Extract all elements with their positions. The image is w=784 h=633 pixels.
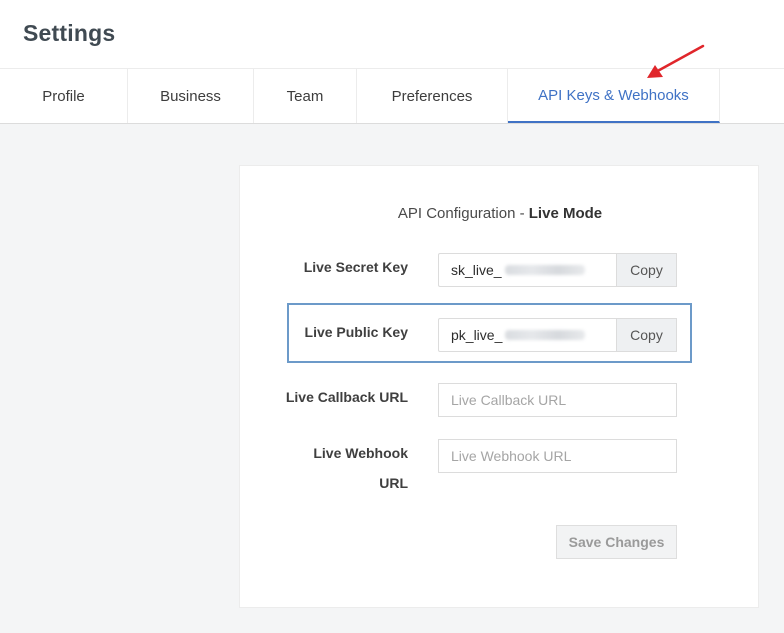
live-webhook-url-label-line1: Live Webhook [313, 445, 408, 461]
redacted-key-blur [504, 265, 585, 275]
tab-profile[interactable]: Profile [0, 69, 128, 123]
live-public-key-value[interactable]: pk_live_ [438, 318, 616, 352]
live-secret-key-label: Live Secret Key [303, 259, 408, 275]
copy-public-key-button[interactable]: Copy [616, 318, 677, 352]
live-public-key-group: pk_live_ Copy [438, 318, 677, 352]
live-secret-key-value[interactable]: sk_live_ [438, 253, 616, 287]
live-public-key-text: pk_live_ [451, 327, 503, 343]
api-configuration-card: API Configuration - Live Mode Live Secre… [239, 165, 759, 608]
live-callback-url-input[interactable] [438, 383, 677, 417]
page-title: Settings [23, 20, 116, 46]
settings-header: Settings Profile Business Team Preferenc… [0, 0, 784, 124]
tab-business[interactable]: Business [128, 69, 254, 123]
live-public-key-label: Live Public Key [304, 324, 408, 340]
live-callback-url-label: Live Callback URL [285, 389, 408, 405]
live-webhook-url-label-line2: URL [379, 475, 408, 491]
live-secret-key-group: sk_live_ Copy [438, 253, 677, 287]
annotation-arrow-icon [647, 44, 705, 78]
live-webhook-url-label: Live Webhook URL [240, 438, 408, 498]
card-title-prefix: API Configuration - [397, 205, 529, 222]
live-webhook-url-input[interactable] [438, 439, 677, 473]
copy-secret-key-button[interactable]: Copy [616, 253, 677, 287]
save-changes-button[interactable]: Save Changes [556, 525, 677, 559]
card-title-mode: Live Mode [528, 205, 603, 222]
tab-team[interactable]: Team [254, 69, 357, 123]
live-secret-key-text: sk_live_ [451, 262, 502, 278]
tab-preferences[interactable]: Preferences [357, 69, 508, 123]
card-title: API Configuration - Live Mode [240, 205, 760, 222]
redacted-key-blur [505, 330, 586, 340]
